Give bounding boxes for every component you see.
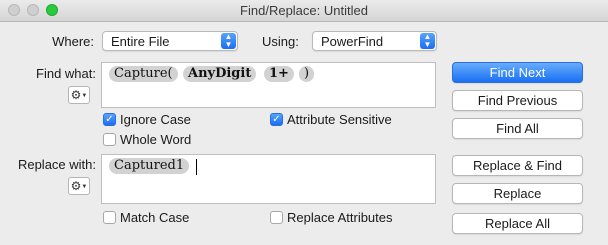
find-token-capture: Capture( bbox=[109, 66, 178, 82]
replace-gear-button[interactable]: ⚙▼ bbox=[68, 177, 90, 195]
match-case-checkbox[interactable] bbox=[103, 211, 116, 224]
replace-and-find-button[interactable]: Replace & Find bbox=[452, 155, 583, 176]
find-token-anydigit: AnyDigit bbox=[183, 66, 257, 82]
replace-attributes-checkbox[interactable] bbox=[270, 211, 283, 224]
where-select[interactable]: Entire File ▲ ▼ bbox=[102, 31, 238, 51]
using-select[interactable]: PowerFind ▲ ▼ bbox=[312, 31, 437, 51]
using-label: Using: bbox=[262, 34, 299, 49]
ignore-case-checkbox[interactable]: ✓ bbox=[103, 113, 116, 126]
popup-arrows-icon: ▲ ▼ bbox=[221, 33, 236, 49]
attribute-sensitive-label: Attribute Sensitive bbox=[287, 112, 392, 127]
title-bar: Find/Replace: Untitled bbox=[0, 0, 608, 22]
checkmark-icon: ✓ bbox=[105, 114, 114, 125]
replace-attributes-label: Replace Attributes bbox=[287, 210, 393, 225]
replace-token-captured: Captured1 bbox=[109, 158, 190, 174]
attribute-sensitive-checkbox[interactable]: ✓ bbox=[270, 113, 283, 126]
text-caret bbox=[196, 159, 197, 175]
where-label: Where: bbox=[52, 34, 94, 49]
where-select-value: Entire File bbox=[111, 34, 170, 49]
find-gear-button[interactable]: ⚙▼ bbox=[68, 86, 90, 104]
chevron-down-icon: ▼ bbox=[81, 92, 88, 99]
window-title: Find/Replace: Untitled bbox=[240, 3, 368, 18]
replace-button[interactable]: Replace bbox=[452, 183, 583, 204]
match-case-label: Match Case bbox=[120, 210, 190, 225]
find-next-button[interactable]: Find Next bbox=[452, 62, 583, 83]
replace-all-button[interactable]: Replace All bbox=[452, 213, 583, 234]
chevron-down-icon: ▼ bbox=[81, 183, 88, 190]
find-token-quantifier: 1+ bbox=[264, 66, 294, 82]
find-what-label: Find what: bbox=[36, 66, 96, 81]
gear-icon: ⚙ bbox=[70, 88, 82, 102]
checkmark-icon: ✓ bbox=[272, 114, 281, 125]
gear-icon: ⚙ bbox=[70, 179, 82, 193]
whole-word-label: Whole Word bbox=[120, 132, 192, 147]
find-what-field[interactable]: Capture( AnyDigit 1+ ) bbox=[101, 62, 436, 108]
replace-with-field[interactable]: Captured1 bbox=[101, 154, 436, 204]
ignore-case-label: Ignore Case bbox=[120, 112, 191, 127]
popup-arrows-icon: ▲ ▼ bbox=[420, 33, 435, 49]
replace-with-label: Replace with: bbox=[17, 157, 96, 172]
find-previous-button[interactable]: Find Previous bbox=[452, 90, 583, 111]
using-select-value: PowerFind bbox=[321, 34, 384, 49]
find-token-close-paren: ) bbox=[299, 66, 315, 82]
find-all-button[interactable]: Find All bbox=[452, 118, 583, 139]
whole-word-checkbox[interactable] bbox=[103, 133, 116, 146]
